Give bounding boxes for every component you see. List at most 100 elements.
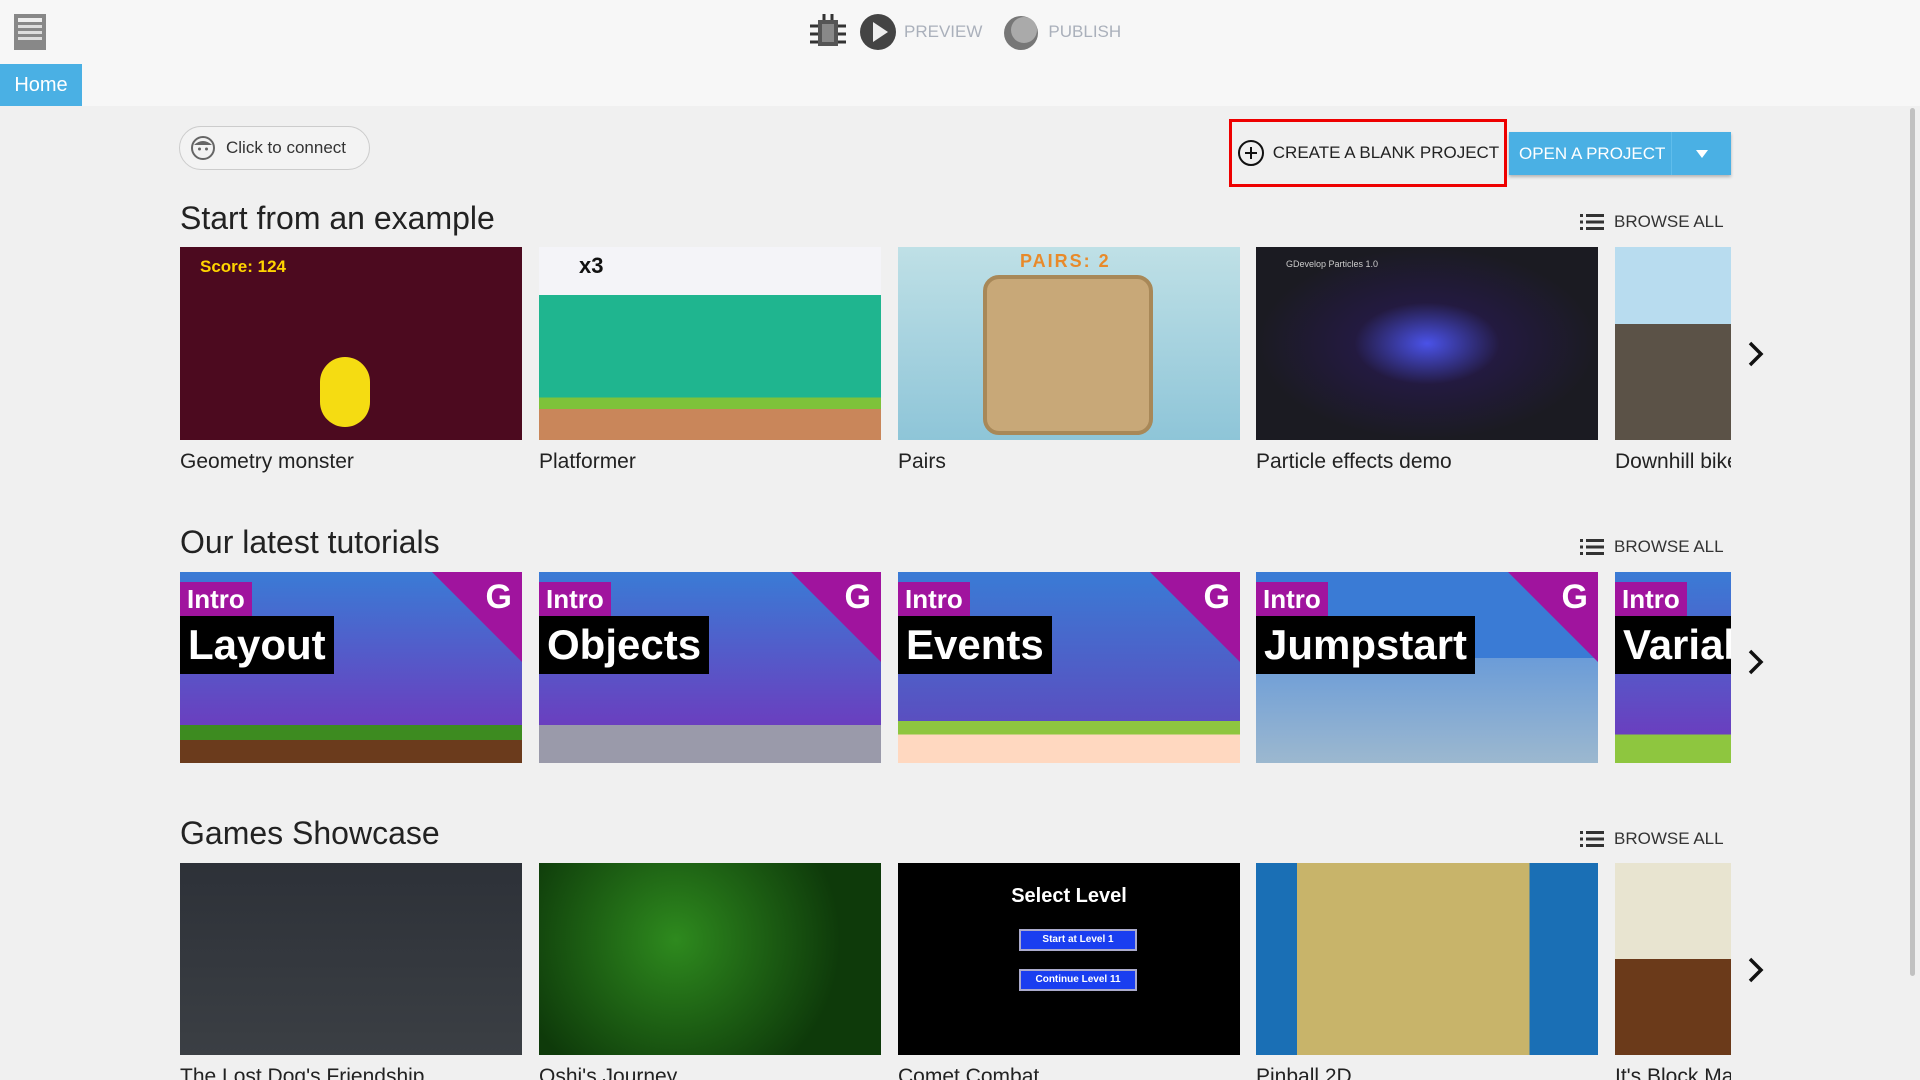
browse-all-button[interactable]: BROWSE ALL [1580,537,1724,557]
card[interactable]: G Intro Jumpstart [1256,572,1598,763]
section-title: Start from an example [180,200,495,236]
card-title[interactable]: Platformer [539,450,881,474]
project-manager-icon[interactable] [10,12,50,52]
scrollbar[interactable] [1910,108,1915,976]
card-thumbnail[interactable]: G Intro Layout [180,572,522,763]
intro-badge: Intro [539,582,611,616]
top-toolbar: PREVIEW PUBLISH Home [0,0,1920,106]
card-thumbnail[interactable]: Score: 124 [180,247,522,440]
card-title[interactable]: Particle effects demo [1256,450,1598,474]
card-row: The Lost Dog's Friendship Oshi's Journey S… [180,863,1731,1080]
card-thumbnail[interactable]: x3 [539,247,881,440]
publish-icon [1004,16,1039,50]
card[interactable]: The Lost Dog's Friendship [180,863,522,1080]
card[interactable]: Select Level Start at Level 1 Continue Lev… [898,863,1240,1080]
card-thumbnail[interactable] [1615,863,1731,1055]
tutorial-title: Jumpstart [1256,616,1476,674]
section-title: Our latest tutorials [180,524,440,560]
gdevelop-logo-icon: G [844,578,871,616]
browse-all-button[interactable]: BROWSE ALL [1580,212,1724,232]
card[interactable]: G Intro Objects [539,572,881,763]
list-icon [1580,831,1604,847]
card-title[interactable]: Downhill bike [1615,450,1731,474]
card-title[interactable]: It's Block Mania [1615,1065,1731,1080]
browse-all-label: BROWSE ALL [1614,537,1724,556]
card[interactable]: Score: 124 Geometry monster [180,247,522,474]
card[interactable]: Pinball 2D [1256,863,1598,1080]
publish-button[interactable]: PUBLISH [1000,11,1121,53]
thumbnail-caption: x3 [579,253,604,278]
card[interactable]: It's Block Mania [1615,863,1731,1080]
list-icon [1580,214,1604,230]
preview-play-icon [860,14,896,50]
tab-home[interactable]: Home [0,64,82,106]
chevron-right-icon[interactable] [1744,647,1768,677]
thumbnail-caption: Score: 124 [200,257,286,276]
tutorial-title: Layout [180,616,334,674]
open-project-button[interactable]: OPEN A PROJECT [1509,132,1731,175]
tutorial-title: Variables [1615,616,1731,674]
intro-badge: Intro [898,582,970,616]
card-title[interactable]: Geometry monster [180,450,522,474]
browse-all-button[interactable]: BROWSE ALL [1580,829,1724,849]
caret-down-icon [1695,149,1708,158]
open-dropdown-button[interactable] [1671,132,1731,175]
card-title[interactable]: Oshi's Journey [539,1065,881,1080]
card-thumbnail[interactable] [539,863,881,1055]
connect-label: Click to connect [226,138,346,157]
card-title[interactable]: Comet Combat [898,1065,1240,1080]
screen-button: Start at Level 1 [1019,929,1137,951]
user-avatar-icon [191,136,215,160]
card[interactable]: Downhill bike [1615,247,1731,474]
card-thumbnail[interactable]: G Intro Events [898,572,1240,763]
create-label: CREATE A BLANK PROJECT [1272,143,1500,162]
card[interactable]: GIntroVariables [1615,572,1731,763]
create-blank-project-button[interactable]: CREATE A BLANK PROJECT [1229,119,1507,187]
tutorial-title: Events [898,616,1052,674]
card-thumbnail[interactable]: G Intro Jumpstart [1256,572,1598,763]
section-title: Games Showcase [180,815,440,851]
intro-badge: Intro [1256,582,1328,616]
gdevelop-logo-icon: G [1203,578,1230,616]
pairs-board [983,275,1153,435]
card-row: G Intro Layout G Intro Objects G Intro Events G In… [180,572,1731,812]
card-thumbnail[interactable] [1256,863,1598,1055]
card-thumbnail[interactable]: Select Level Start at Level 1 Continue Lev… [898,863,1240,1055]
card-thumbnail[interactable] [1615,247,1731,440]
card-thumbnail[interactable]: G Intro Objects [539,572,881,763]
card-thumbnail[interactable] [180,863,522,1055]
card-thumbnail[interactable]: GDevelop Particles 1.0 [1256,247,1598,440]
card[interactable]: G Intro Layout [180,572,522,763]
card[interactable]: PAIRS: 2 Pairs [898,247,1240,474]
plus-circle-icon [1237,140,1264,166]
list-icon [1580,539,1604,555]
chevron-right-icon[interactable] [1744,339,1768,369]
gdevelop-logo-icon: G [485,578,512,616]
thumbnail-caption: PAIRS: 2 [1020,251,1111,271]
card[interactable]: Oshi's Journey [539,863,881,1080]
browse-all-label: BROWSE ALL [1614,829,1724,848]
thumbnail-caption: GDevelop Particles 1.0 [1286,259,1379,269]
card[interactable]: GDevelop Particles 1.0 Particle effects d… [1256,247,1598,474]
screen-title: Select Level [1011,885,1127,907]
card[interactable]: G Intro Events [898,572,1240,763]
card[interactable]: x3 Platformer [539,247,881,474]
screen-button: Continue Level 11 [1019,969,1137,991]
debug-icon[interactable] [806,10,850,54]
preview-button[interactable]: PREVIEW [858,12,982,52]
card-thumbnail[interactable]: GIntroVariables [1615,572,1731,763]
card-title[interactable]: The Lost Dog's Friendship [180,1065,522,1080]
card-thumbnail[interactable]: PAIRS: 2 [898,247,1240,440]
card-title[interactable]: Pinball 2D [1256,1065,1598,1080]
card-row: Score: 124 Geometry monster x3 Platformer PA… [180,247,1731,487]
browse-all-label: BROWSE ALL [1614,212,1724,231]
tutorial-title: Objects [539,616,710,674]
publish-label: PUBLISH [1048,22,1122,41]
chevron-right-icon[interactable] [1744,955,1768,985]
connect-button[interactable]: Click to connect [179,126,370,170]
card-title[interactable]: Pairs [898,450,1240,474]
toolbar: PREVIEW PUBLISH [806,10,1121,54]
gdevelop-logo-icon: G [1561,578,1588,616]
intro-badge: Intro [1615,582,1687,616]
open-label: OPEN A PROJECT [1519,143,1666,163]
